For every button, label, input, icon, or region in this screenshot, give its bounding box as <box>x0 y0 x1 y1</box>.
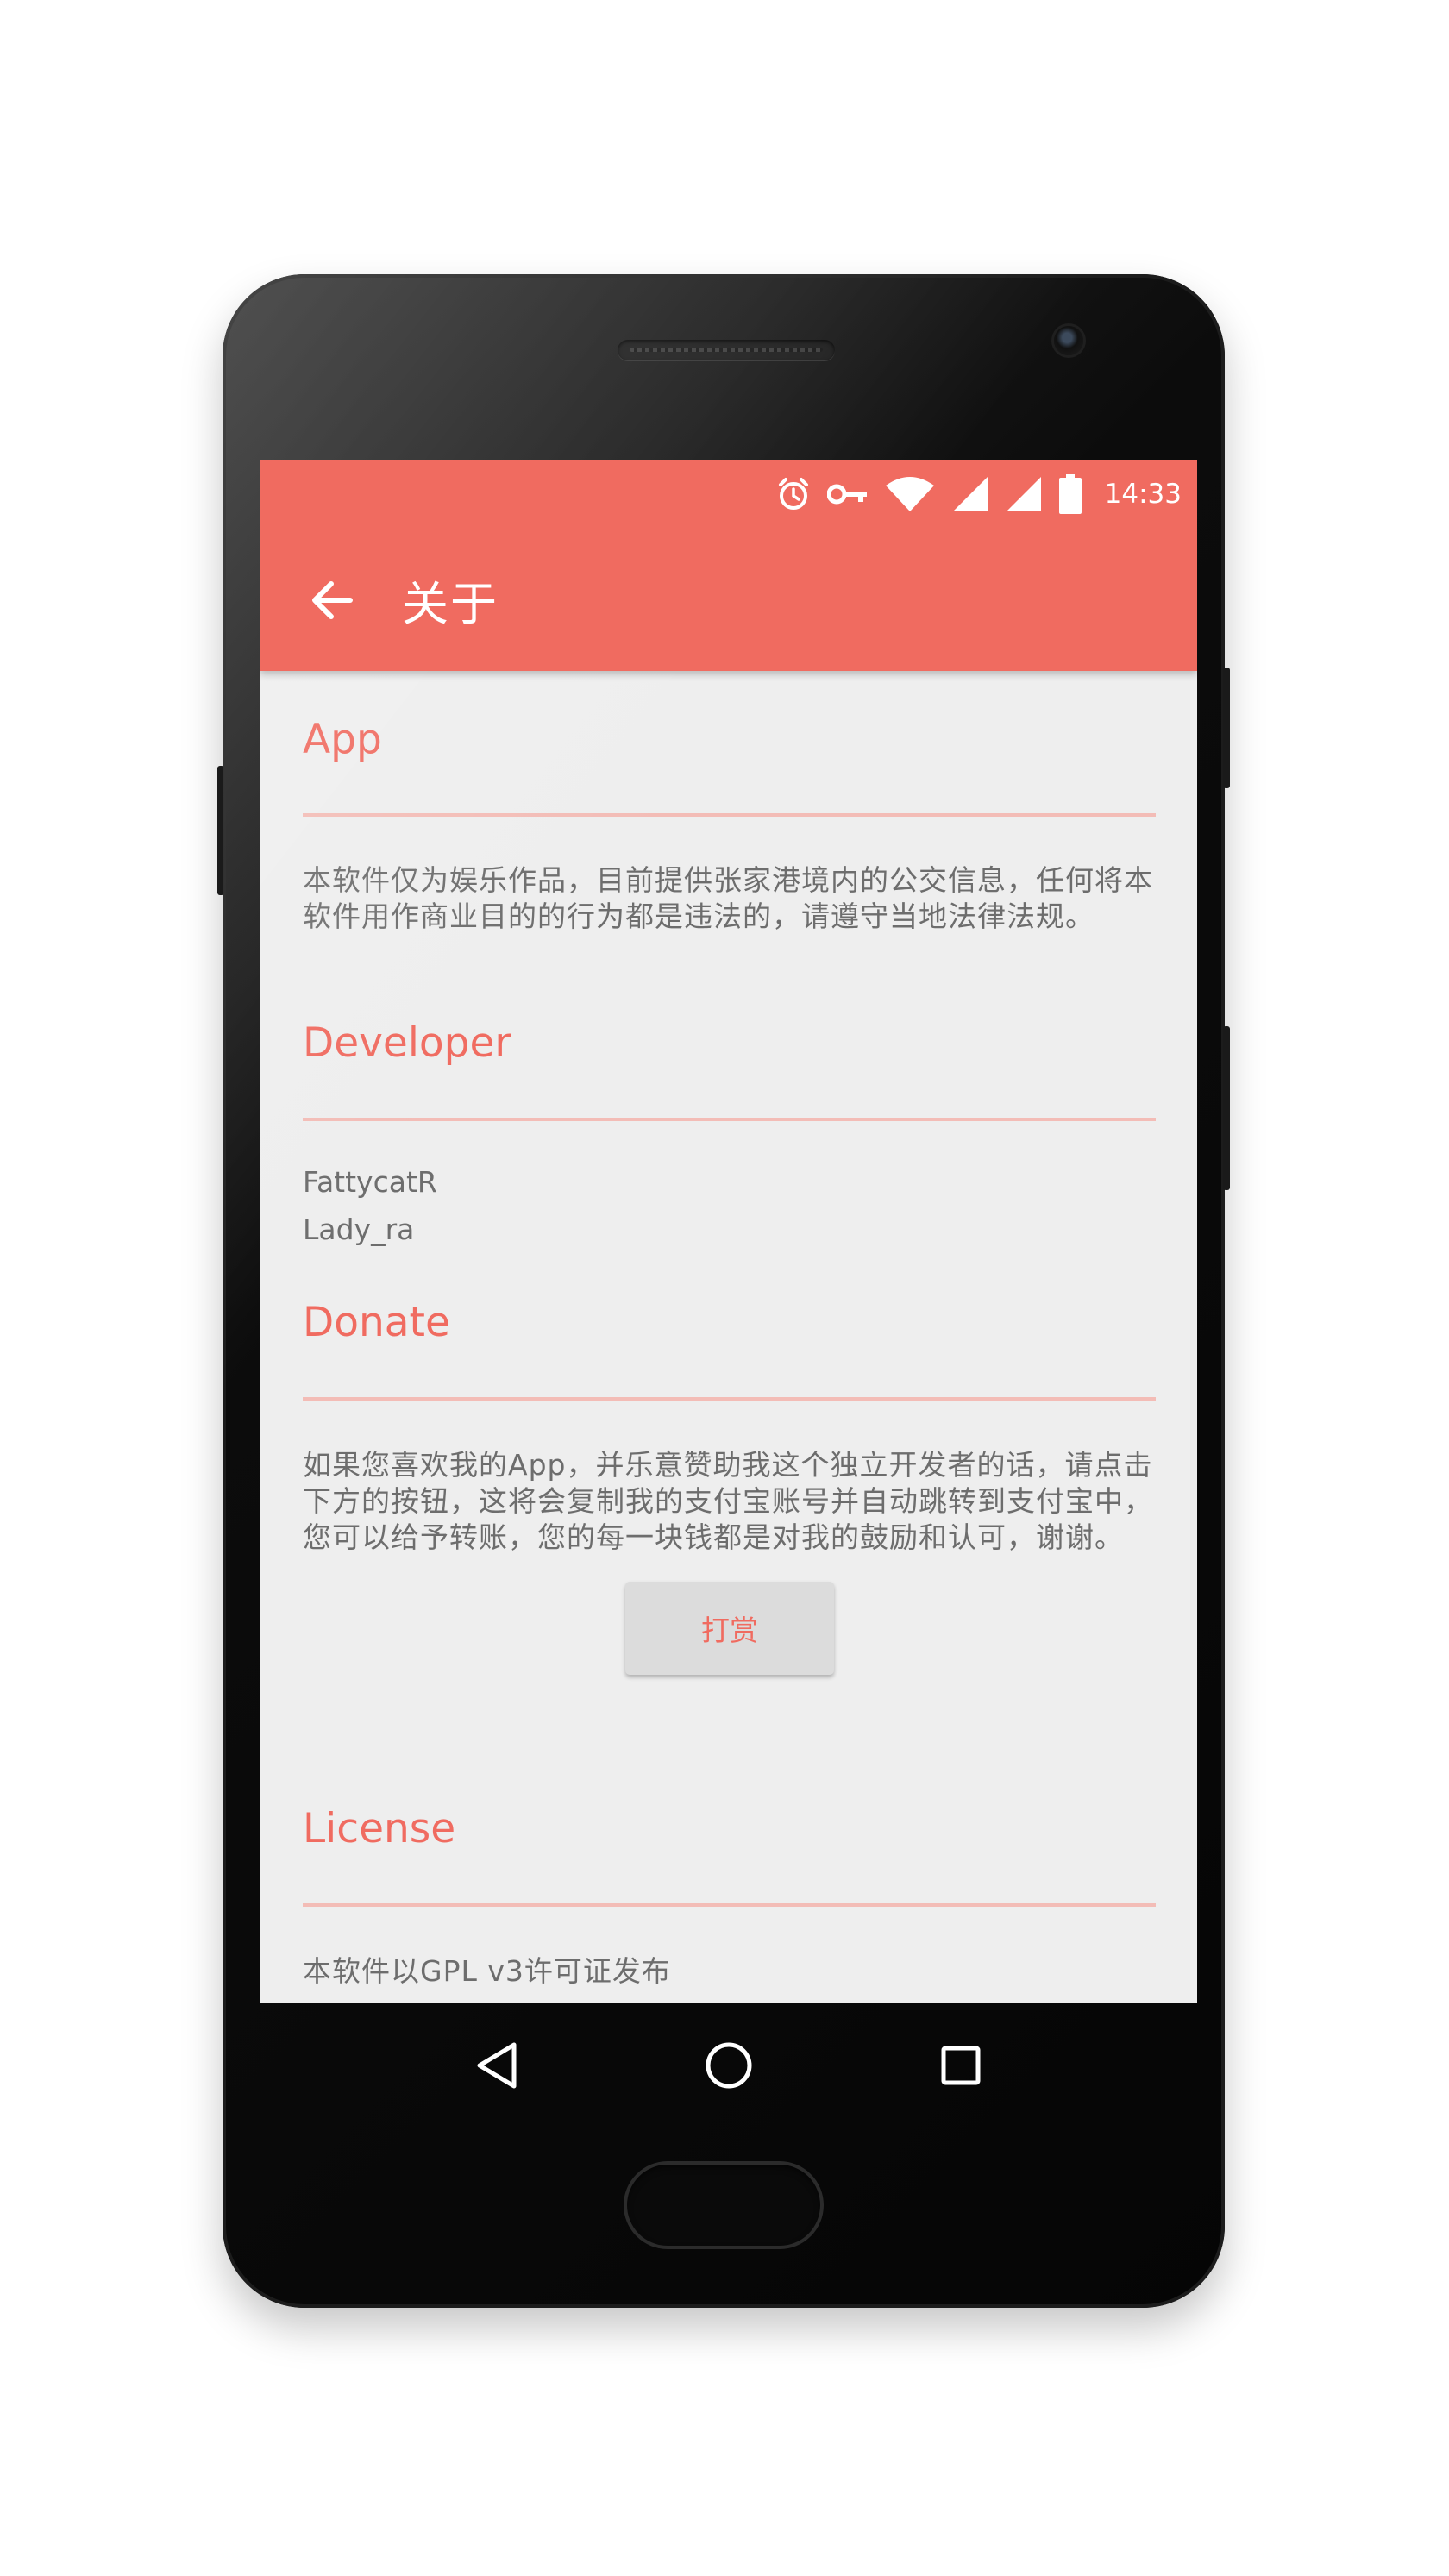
page-title: 关于 <box>402 577 499 631</box>
status-time: 14:33 <box>1104 479 1182 510</box>
divider <box>303 813 1156 817</box>
nav-home-button[interactable] <box>694 2031 763 2100</box>
volume-button <box>1223 1026 1230 1190</box>
divider <box>303 1397 1156 1401</box>
toolbar: 关于 <box>260 529 1197 671</box>
alarm-icon <box>775 476 812 512</box>
signal-icon <box>1005 475 1043 513</box>
arrow-back-icon <box>312 580 353 619</box>
power-button <box>217 766 224 895</box>
donate-button[interactable]: 打赏 <box>625 1582 834 1675</box>
app-bar: 14:33 关于 <box>260 460 1197 671</box>
donate-description: 如果您喜欢我的App，并乐意赞助我这个独立开发者的话，请点击下方的按钮，这将会复… <box>303 1448 1153 1554</box>
front-camera <box>1054 326 1083 355</box>
nav-back-button[interactable] <box>462 2031 531 2100</box>
section-title-app: App <box>303 716 382 763</box>
nav-recents-button[interactable] <box>926 2031 995 2100</box>
about-content[interactable]: App 本软件仅为娱乐作品，目前提供张家港境内的公交信息，任何将本软件用作商业目… <box>260 671 1197 2003</box>
back-triangle-icon <box>477 2042 516 2088</box>
status-bar: 14:33 <box>260 460 1197 529</box>
battery-icon <box>1058 474 1082 514</box>
divider <box>303 1903 1156 1907</box>
license-description: 本软件以GPL v3许可证发布 <box>303 1954 671 1988</box>
volume-button <box>1223 668 1230 788</box>
section-title-donate: Donate <box>303 1299 450 1346</box>
developer-name: FattycatR <box>303 1165 437 1199</box>
home-circle-icon <box>706 2042 751 2088</box>
earpiece-speaker <box>618 340 835 360</box>
recents-square-icon <box>941 2046 980 2084</box>
divider <box>303 1118 1156 1121</box>
back-button[interactable] <box>304 573 359 628</box>
section-title-license: License <box>303 1805 456 1852</box>
navigation-bar <box>260 2003 1197 2127</box>
developer-name: Lady_ra <box>303 1213 415 1246</box>
wifi-icon <box>884 475 936 513</box>
signal-icon <box>951 475 989 513</box>
vpn-key-icon <box>826 481 869 507</box>
home-key[interactable] <box>624 2161 824 2249</box>
screen: 14:33 关于 App 本软件仅为娱乐作品，目前提供张家港境内的公交信息，任何… <box>260 460 1197 2003</box>
section-title-developer: Developer <box>303 1019 511 1067</box>
app-description: 本软件仅为娱乐作品，目前提供张家港境内的公交信息，任何将本软件用作商业目的的行为… <box>303 863 1153 933</box>
